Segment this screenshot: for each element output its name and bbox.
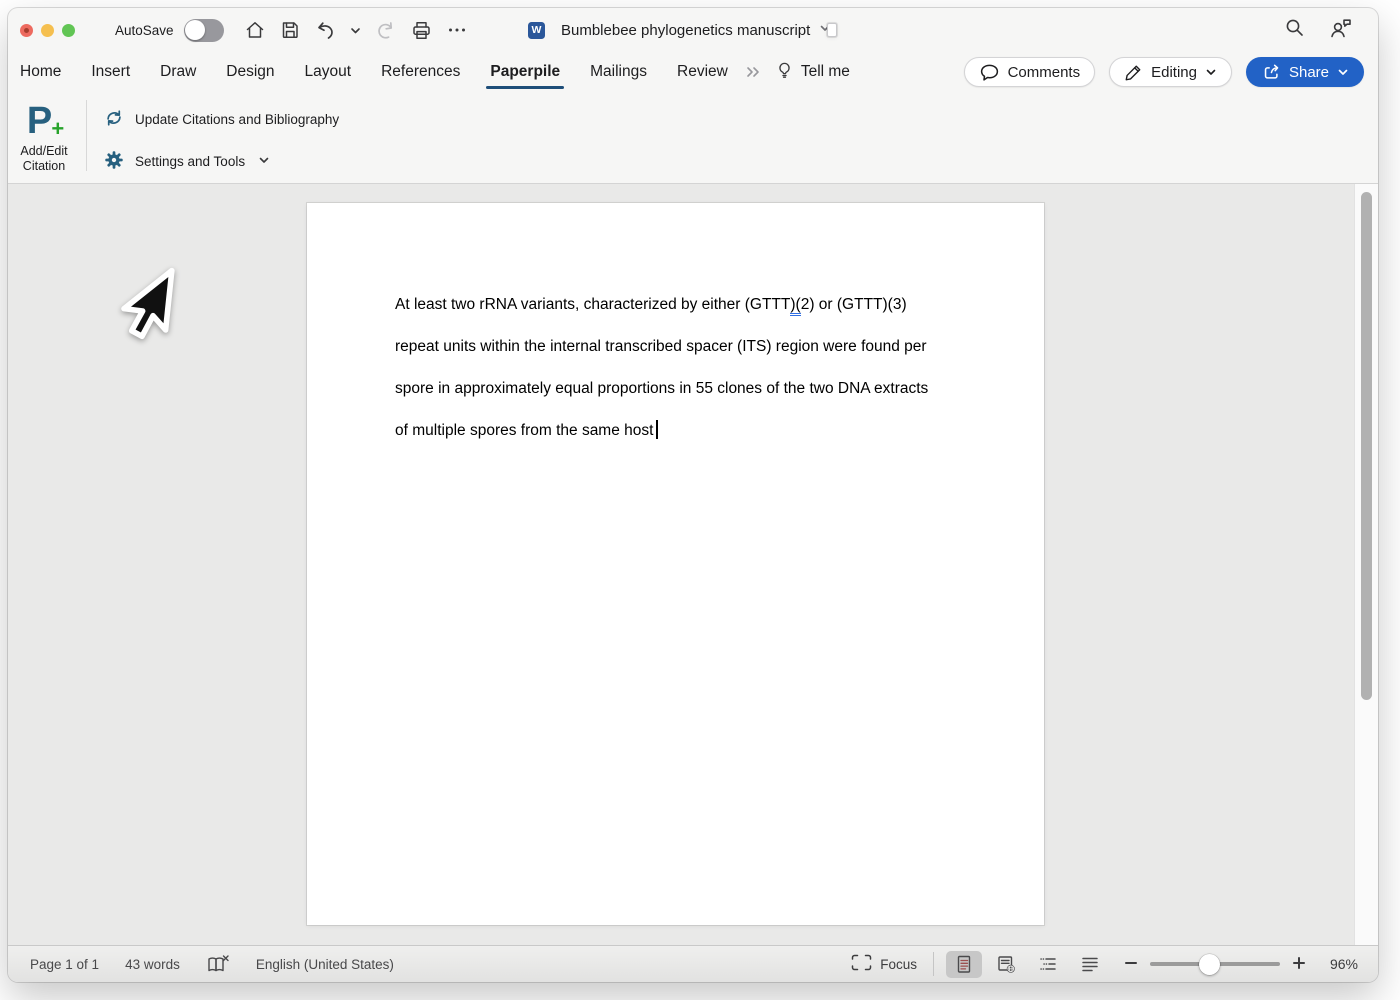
tell-me-button[interactable]: Tell me [775,59,850,85]
undo-icon[interactable] [314,19,337,42]
document-paragraph-line: spore in approximately equal proportions… [395,380,929,397]
more-tabs-chevron-icon[interactable] [745,66,763,78]
mouse-pointer-icon [109,262,181,351]
print-icon[interactable] [410,19,433,42]
add-edit-citation-label-line1: Add/Edit [20,144,68,158]
add-edit-citation-label-line2: Citation [22,159,66,173]
save-icon[interactable] [279,19,301,41]
share-dropdown-chevron-icon [1337,66,1349,78]
settings-and-tools-button[interactable]: Settings and Tools [104,147,270,175]
tab-design[interactable]: Design [211,52,289,92]
comment-bubble-icon [979,63,1000,82]
tab-review[interactable]: Review [662,52,743,92]
tell-me-label: Tell me [800,63,850,80]
scrollbar-thumb[interactable] [1361,192,1372,700]
word-document-icon: W [528,20,837,41]
document-paragraph-line: repeat units within the internal transcr… [395,338,927,355]
share-button[interactable]: Share [1245,57,1364,87]
close-window-button[interactable] [20,23,33,37]
update-citations-button[interactable]: Update Citations and Bibliography [104,105,339,133]
settings-dropdown-chevron-icon [258,154,270,169]
autosave-label: AutoSave [115,22,174,38]
lightbulb-icon [775,59,794,85]
update-citations-label: Update Citations and Bibliography [135,111,340,127]
print-layout-view-button[interactable] [946,950,982,978]
editing-label: Editing [1151,63,1197,81]
paperpile-logo-icon: P + [26,100,65,142]
share-icon [1261,62,1281,82]
settings-and-tools-label: Settings and Tools [135,153,246,169]
zoom-slider-thumb[interactable] [1199,953,1221,975]
tab-mailings[interactable]: Mailings [575,52,662,92]
comments-button[interactable]: Comments [963,57,1096,87]
share-label: Share [1288,63,1329,81]
comments-label: Comments [1007,63,1081,81]
statusbar-divider [933,952,934,976]
home-icon[interactable] [244,19,266,41]
text-cursor [656,420,658,439]
focus-icon [851,954,872,974]
add-edit-citation-button[interactable]: P + Add/Edit Citation [8,100,80,174]
zoom-percentage[interactable]: 96% [1318,956,1358,972]
document-paragraph-line: At least two rRNA variants, characterize… [395,284,958,326]
editing-dropdown-chevron-icon [1205,66,1217,78]
focus-label: Focus [880,956,917,972]
active-tab-underline [486,86,565,89]
focus-mode-button[interactable]: Focus [851,954,917,974]
draft-view-button[interactable] [1072,951,1108,978]
search-icon[interactable] [1283,16,1306,44]
document-text[interactable]: At least two rRNA variants, characterize… [307,203,1044,452]
document-title: Bumblebee phylogenetics manuscript [561,21,811,39]
tab-draw[interactable]: Draw [145,52,211,92]
sync-refresh-icon [104,108,124,131]
editing-mode-button[interactable]: Editing [1109,57,1232,87]
status-bar: Page 1 of 1 43 words English (United Sta… [8,945,1378,982]
more-commands-icon[interactable] [446,19,468,41]
presence-people-icon[interactable] [1328,16,1354,45]
grammar-check-mark: )( [790,296,801,316]
ribbon-group-divider [86,100,87,171]
word-window: AutoSave W Bumblebee phylogenetics manus… [8,8,1378,982]
document-title-group[interactable]: W Bumblebee phylogenetics manuscript [528,8,837,52]
document-canvas: At least two rRNA variants, characterize… [8,184,1378,945]
document-page[interactable]: At least two rRNA variants, characterize… [307,203,1044,925]
titlebar: AutoSave W Bumblebee phylogenetics manus… [8,8,1378,52]
proofing-errors-icon[interactable] [206,954,230,974]
redo-icon [374,19,397,42]
paperpile-ribbon: P + Add/Edit Citation Update Citations a… [8,92,1378,184]
tab-layout[interactable]: Layout [290,52,367,92]
traffic-lights [20,8,75,52]
undo-dropdown-chevron-icon[interactable] [350,25,361,36]
tab-insert[interactable]: Insert [76,52,145,92]
toggle-knob [185,20,206,40]
document-paragraph-line: of multiple spores from the same host [395,410,958,452]
zoom-in-icon[interactable] [1292,956,1306,973]
pencil-icon [1124,63,1143,82]
scrollbar-track[interactable] [1354,184,1378,945]
outline-view-button[interactable] [1030,951,1066,978]
zoom-out-icon[interactable] [1124,956,1138,973]
tab-references[interactable]: References [366,52,475,92]
autosave-toggle[interactable] [183,18,224,42]
zoom-slider[interactable] [1150,953,1280,975]
tab-paperpile[interactable]: Paperpile [475,52,575,92]
language-indicator[interactable]: English (United States) [256,957,394,972]
ribbon-tab-row: Home Insert Draw Design Layout Reference… [8,52,1378,92]
page-indicator[interactable]: Page 1 of 1 [30,957,99,972]
web-layout-view-button[interactable] [988,951,1024,978]
word-count[interactable]: 43 words [125,957,180,972]
gear-icon [104,150,124,173]
tab-home[interactable]: Home [20,52,76,92]
minimize-window-button[interactable] [41,23,54,37]
zoom-window-button[interactable] [62,23,75,37]
